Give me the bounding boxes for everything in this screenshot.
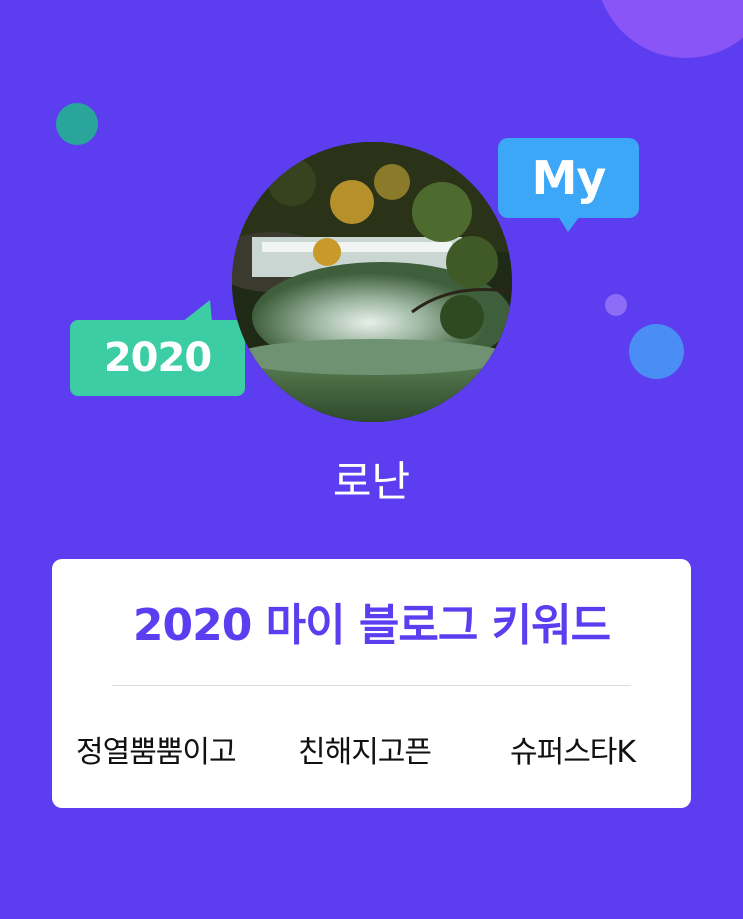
year-speech-bubble: 2020 [70,300,245,396]
decorative-circle-large [596,0,743,58]
keyword-item: 슈퍼스타K [510,735,636,770]
year-bubble-label: 2020 [103,335,212,381]
decorative-dot-blue [629,324,684,379]
keyword-list: 정열뿜뿜이고 친해지고픈 슈퍼스타K [52,727,691,771]
card-title: 2020 마이 블로그 키워드 [132,600,611,651]
keyword-item: 친해지고픈 [298,735,432,770]
my-speech-bubble: My [498,138,639,232]
profile-avatar [232,142,512,422]
year-bubble-tail [182,300,212,322]
keyword-summary-screen: My 2020 로난 2020 마이 블로그 키워드 정열뿜뿜이고 친해지고픈 … [0,0,743,919]
my-bubble-label: My [531,151,607,205]
decorative-dot-purple [605,294,627,316]
decorative-dot-teal [56,103,98,145]
keyword-card: 2020 마이 블로그 키워드 정열뿜뿜이고 친해지고픈 슈퍼스타K [52,559,691,808]
keyword-item: 정열뿜뿜이고 [76,735,237,770]
profile-name: 로난 [332,457,411,506]
waterfall-photo-image [232,142,512,422]
my-bubble-tail [558,216,580,232]
card-divider [112,685,631,686]
